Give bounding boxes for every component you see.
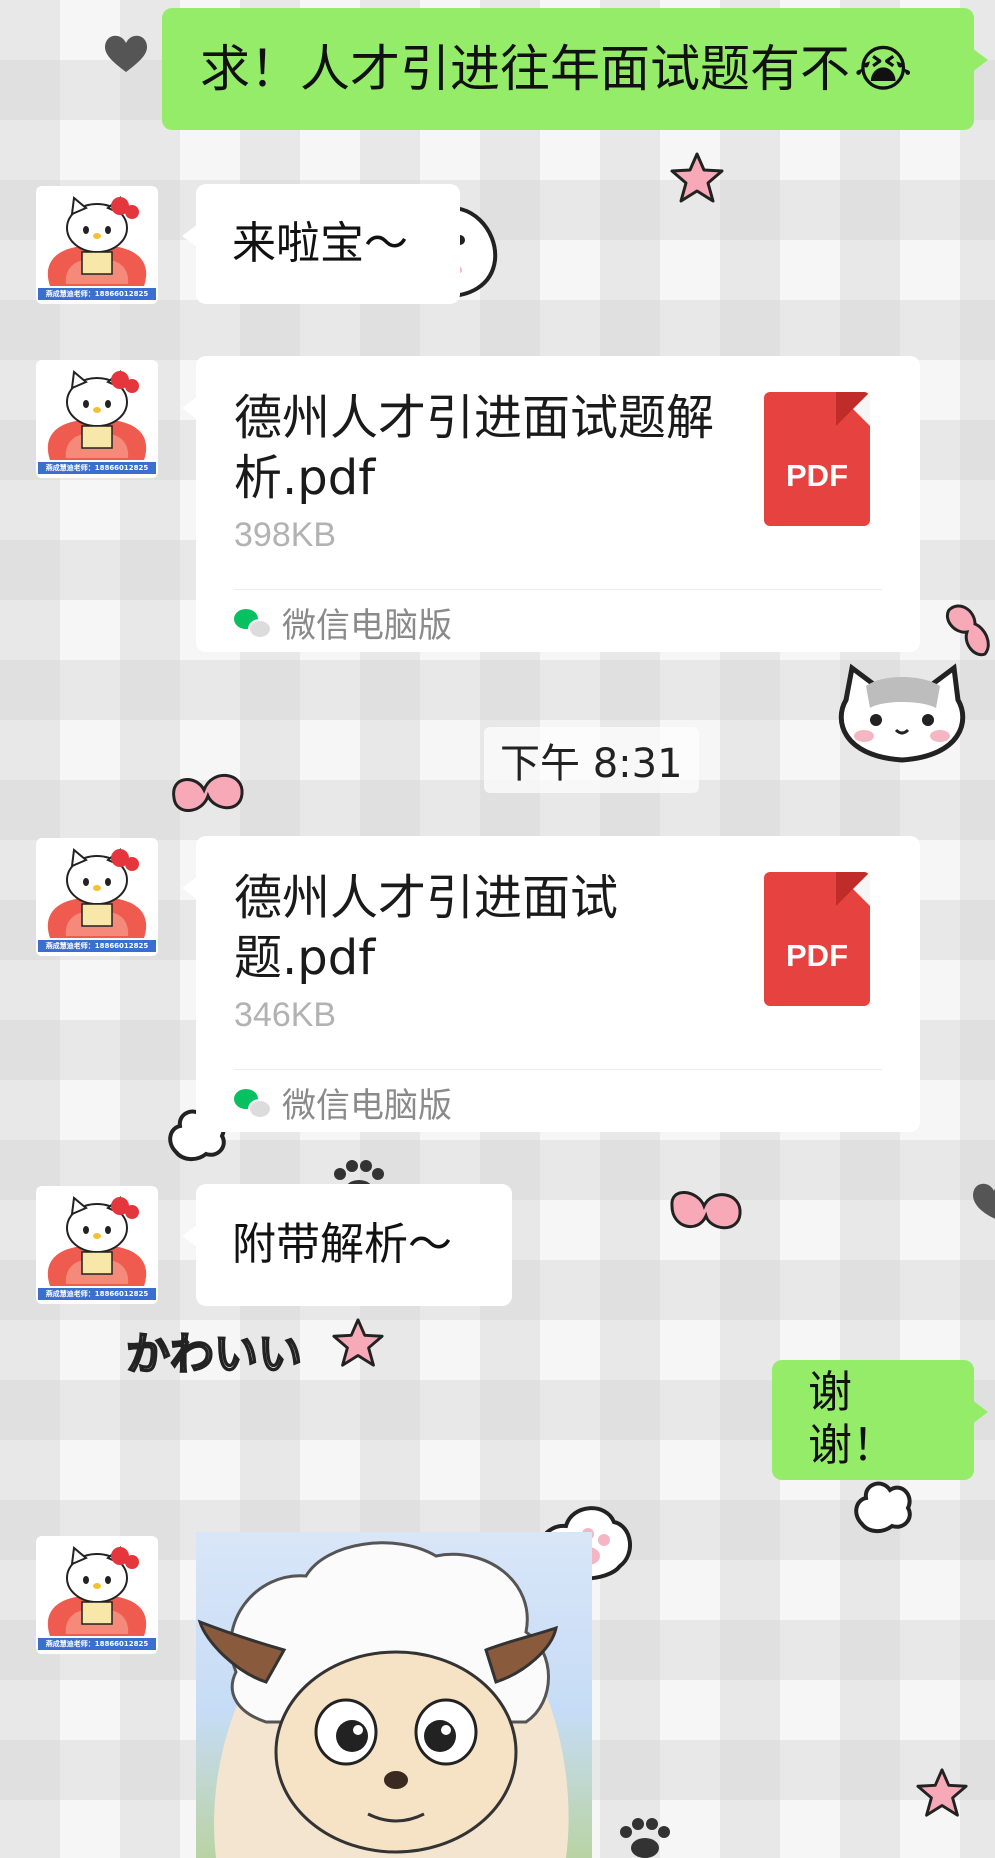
file-name: 德州人才引进面试题解析.pdf xyxy=(234,390,715,506)
avatar-caption: 燕成慧迪老师：18866012825 xyxy=(38,462,156,474)
heart-decoration-icon xyxy=(973,1183,995,1219)
hello-kitty-avatar-icon xyxy=(47,1196,147,1286)
hello-kitty-avatar-icon xyxy=(47,196,147,286)
file-name: 德州人才引进面试题.pdf xyxy=(234,870,619,986)
pdf-file-icon: PDF xyxy=(764,392,870,526)
file-source-label: 微信电脑版 xyxy=(282,1085,452,1126)
file-message-card[interactable]: 德州人才引进面试题解析.pdf 398KB PDF 微信电脑版 xyxy=(182,356,920,652)
sticker-message[interactable] xyxy=(196,1532,592,1858)
heart-decoration-icon xyxy=(104,35,148,72)
message-text: 求！人才引进往年面试题有不 xyxy=(200,40,850,98)
wechat-logo-icon xyxy=(234,1087,272,1119)
contact-avatar[interactable]: 燕成慧迪老师：18866012825 xyxy=(36,1186,158,1304)
file-size: 398KB xyxy=(234,516,337,554)
avatar-caption: 燕成慧迪老师：18866012825 xyxy=(38,940,156,952)
cat-face-decoration-icon xyxy=(838,663,966,763)
hello-kitty-avatar-icon xyxy=(47,1546,147,1636)
message-text: 谢谢！ xyxy=(808,1367,896,1471)
pink-bow-decoration-icon xyxy=(946,604,990,657)
file-message-card[interactable]: 德州人才引进面试题.pdf 346KB PDF 微信电脑版 xyxy=(182,836,920,1132)
divider xyxy=(234,1069,882,1070)
file-source: 微信电脑版 xyxy=(234,602,452,646)
avatar-caption: 燕成慧迪老师：18866012825 xyxy=(38,1638,156,1650)
sheep-sticker-icon xyxy=(197,1541,569,1858)
hello-kitty-avatar-icon xyxy=(47,370,147,460)
kawaii-decoration-text: かわいい xyxy=(125,1328,303,1381)
wechat-logo-icon xyxy=(234,607,272,639)
message-text: 附带解析～ xyxy=(232,1218,452,1270)
file-type-label: PDF xyxy=(786,938,848,973)
contact-avatar[interactable]: 燕成慧迪老师：18866012825 xyxy=(36,1536,158,1654)
divider xyxy=(234,589,882,590)
crying-face-emoji-icon: 😭 xyxy=(854,40,913,98)
pink-star-decoration-icon xyxy=(332,1318,384,1367)
pink-star-decoration-icon xyxy=(916,1768,968,1817)
contact-avatar[interactable]: 燕成慧迪老师：18866012825 xyxy=(36,360,158,478)
file-type-label: PDF xyxy=(786,458,848,493)
message-text: 来啦宝～ xyxy=(232,217,408,269)
my-message-bubble[interactable]: 求！人才引进往年面试题有不 😭 xyxy=(162,8,988,130)
pink-bow-decoration-icon xyxy=(670,1191,742,1230)
cloud-paw-decoration-icon xyxy=(854,1481,912,1533)
file-source-label: 微信电脑版 xyxy=(282,605,452,646)
hello-kitty-avatar-icon xyxy=(47,848,147,938)
avatar-caption: 燕成慧迪老师：18866012825 xyxy=(38,288,156,300)
contact-avatar[interactable]: 燕成慧迪老师：18866012825 xyxy=(36,186,158,304)
contact-message-bubble[interactable]: 附带解析～ xyxy=(182,1184,512,1306)
contact-avatar[interactable]: 燕成慧迪老师：18866012825 xyxy=(36,838,158,956)
my-message-bubble[interactable]: 谢谢！ xyxy=(772,1360,988,1480)
pink-bow-decoration-icon xyxy=(172,773,244,812)
file-source: 微信电脑版 xyxy=(234,1082,452,1126)
file-size: 346KB xyxy=(234,996,337,1034)
pink-star-decoration-icon xyxy=(670,152,724,203)
avatar-caption: 燕成慧迪老师：18866012825 xyxy=(38,1288,156,1300)
time-divider: 下午 8:31 xyxy=(484,727,699,793)
paw-print-decoration-icon xyxy=(620,1818,670,1858)
contact-message-bubble[interactable]: 来啦宝～ xyxy=(182,184,460,304)
pdf-file-icon: PDF xyxy=(764,872,870,1006)
